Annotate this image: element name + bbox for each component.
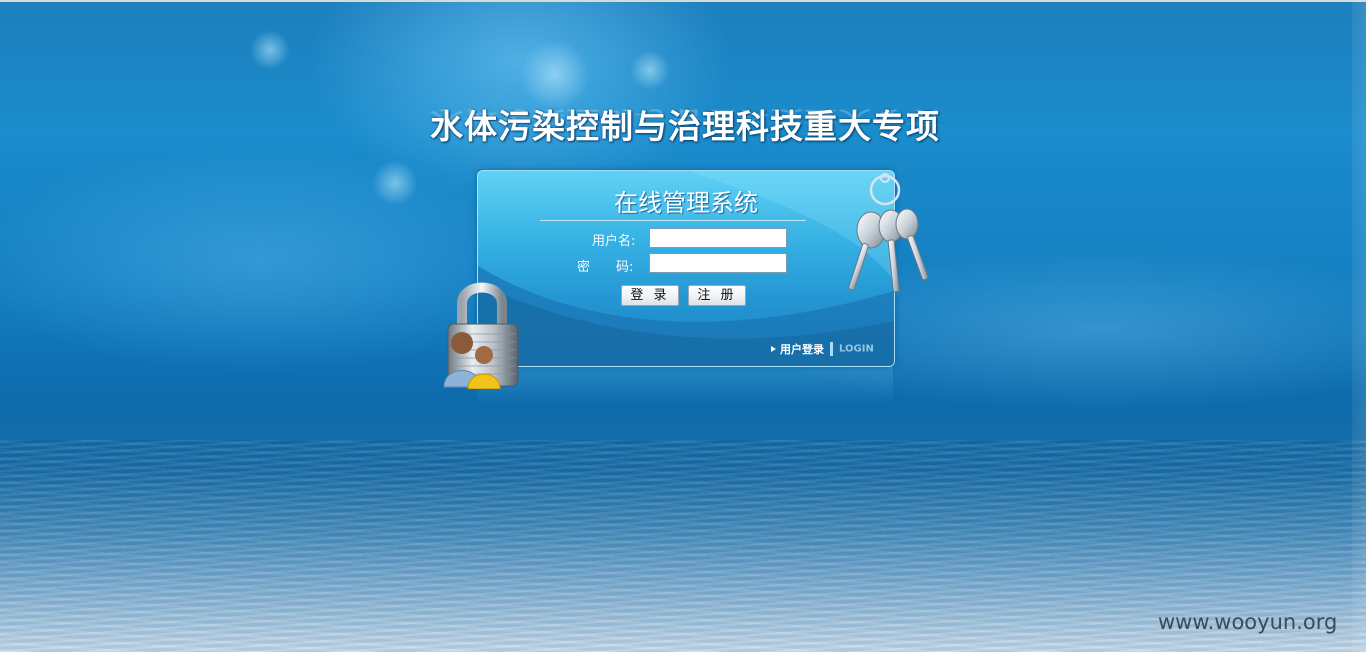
username-label: 用户名: [592, 234, 636, 249]
watermark: www.wooyun.org [1158, 610, 1338, 634]
arrow-icon [771, 346, 776, 352]
light-bubble [250, 30, 290, 70]
user-login-caption: 用户登录 [780, 343, 824, 356]
scrollbar[interactable] [1352, 0, 1366, 652]
users-icon [443, 332, 501, 389]
panel-reflection [477, 365, 893, 405]
username-input[interactable] [649, 228, 787, 248]
login-page: 水体污染控制与治理科技重大专项 水体污染控制与治理科技重大专项 在线管理系统 用… [0, 0, 1366, 652]
title-divider [540, 220, 806, 221]
password-label: 密 码: [577, 260, 634, 275]
window-top-border [0, 0, 1366, 2]
light-bubble [372, 160, 418, 206]
keys-icon [848, 173, 929, 293]
panel-footer: 用户登录 LOGIN [771, 341, 874, 357]
footer-separator [830, 342, 833, 356]
login-panel: 在线管理系统 用户名: 密 码: 登 录 注 册 用户登录 LOGIN [477, 170, 895, 367]
login-caption-en: LOGIN [839, 343, 874, 355]
login-button[interactable]: 登 录 [621, 285, 679, 306]
light-bubble [630, 50, 670, 90]
page-title-reflection: 水体污染控制与治理科技重大专项 [430, 106, 940, 129]
register-button[interactable]: 注 册 [688, 285, 746, 306]
password-input[interactable] [649, 253, 787, 273]
panel-title: 在线管理系统 [614, 189, 758, 217]
